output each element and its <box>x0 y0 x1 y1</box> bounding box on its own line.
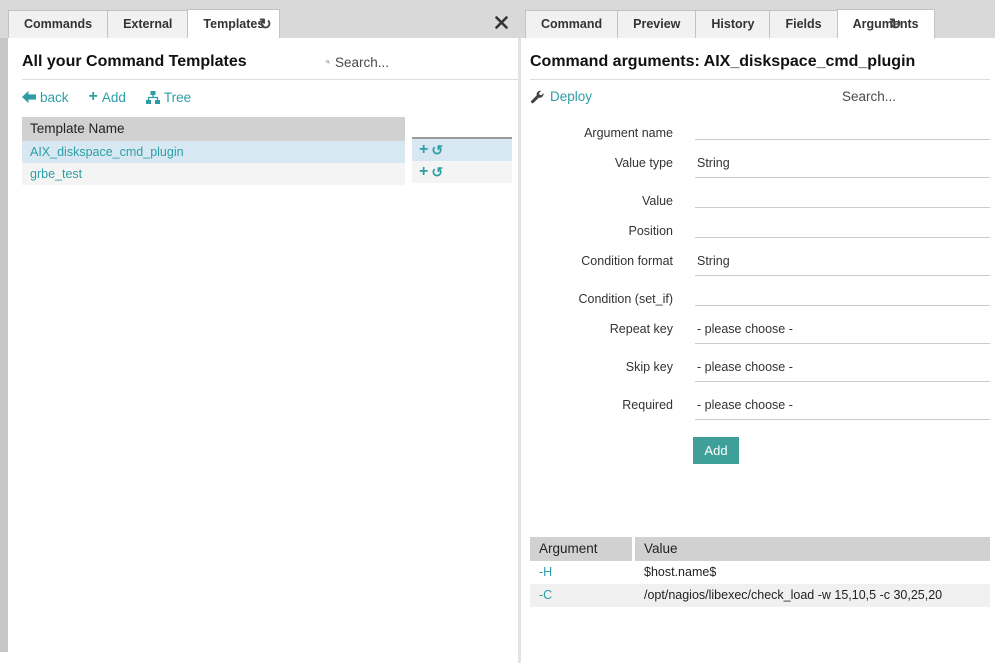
required-select[interactable]: - please choose - <box>695 392 990 420</box>
templates-name-column: Template Name AIX_diskspace_cmd_plugin g… <box>22 117 405 185</box>
condition-setif-label: Condition (set_if) <box>530 286 673 306</box>
refresh-icon[interactable]: ↻ <box>259 17 272 32</box>
tree-label: Tree <box>164 90 191 105</box>
skip-key-label: Skip key <box>530 354 673 382</box>
argument-row: -C /opt/nagios/libexec/check_load -w 15,… <box>530 584 990 607</box>
argument-name-link[interactable]: -C <box>530 584 635 607</box>
close-icon[interactable] <box>495 16 508 29</box>
plus-icon: + <box>89 89 98 105</box>
arguments-panel-header: Command arguments: AIX_diskspace_cmd_plu… <box>530 38 990 80</box>
form-row: Required - please choose - <box>530 392 990 420</box>
argument-value: /opt/nagios/libexec/check_load -w 15,10,… <box>635 584 990 607</box>
search-icon <box>326 56 330 68</box>
search-input[interactable] <box>842 89 995 104</box>
undo-icon[interactable]: ↺ <box>431 143 443 157</box>
deploy-button[interactable]: Deploy <box>530 89 592 104</box>
repeat-key-label: Repeat key <box>530 316 673 344</box>
templates-panel-header: All your Command Templates <box>22 38 518 80</box>
tab-arguments[interactable]: Arguments <box>837 9 935 38</box>
template-row-actions: + ↺ <box>412 139 512 161</box>
tab-command[interactable]: Command <box>525 10 618 38</box>
argument-row: -H $host.name$ <box>530 561 990 584</box>
form-row: Value type String <box>530 150 990 178</box>
tab-fields[interactable]: Fields <box>769 10 837 38</box>
panel-divider <box>518 38 521 663</box>
templates-panel: All your Command Templates back + Add <box>8 38 518 668</box>
back-arrow-icon <box>22 91 36 103</box>
right-panel-tabs: Command Preview History Fields Arguments <box>525 9 934 38</box>
template-row[interactable]: AIX_diskspace_cmd_plugin <box>22 141 405 163</box>
column-header-value: Value <box>635 537 990 561</box>
search-input[interactable] <box>335 55 512 70</box>
column-header-template-name: Template Name <box>22 117 405 141</box>
arguments-title: Command arguments: AIX_diskspace_cmd_plu… <box>530 53 915 71</box>
template-row[interactable]: grbe_test <box>22 163 405 185</box>
value-input[interactable] <box>695 188 990 208</box>
tab-history[interactable]: History <box>695 10 770 38</box>
value-label: Value <box>530 188 673 208</box>
wrench-icon <box>530 90 544 104</box>
position-label: Position <box>530 218 673 238</box>
required-label: Required <box>530 392 673 420</box>
top-tab-bar: Commands External Templates ↻ Command Pr… <box>0 0 995 38</box>
form-row: Repeat key - please choose - <box>530 316 990 344</box>
undo-icon[interactable]: ↺ <box>431 165 443 179</box>
page-title: All your Command Templates <box>22 53 247 71</box>
templates-actions-column: + ↺ + ↺ <box>412 117 512 185</box>
argument-name-input[interactable] <box>695 120 990 140</box>
arguments-table: Argument Value -H $host.name$ -C /opt/na… <box>530 537 990 607</box>
condition-format-label: Condition format <box>530 248 673 276</box>
form-row: Skip key - please choose - <box>530 354 990 382</box>
arguments-table-header: Argument Value <box>530 537 990 561</box>
form-row: Condition format String <box>530 248 990 276</box>
tree-icon <box>146 91 160 104</box>
refresh-icon[interactable]: ↻ <box>889 17 902 32</box>
argument-name-link[interactable]: -H <box>530 561 635 584</box>
template-row-actions: + ↺ <box>412 161 512 183</box>
position-input[interactable] <box>695 218 990 238</box>
add-template-button[interactable]: + Add <box>89 89 126 105</box>
column-header-argument: Argument <box>530 537 632 561</box>
form-row: Argument name <box>530 120 990 140</box>
left-panel-tabs: Commands External Templates <box>8 9 279 38</box>
add-label: Add <box>102 90 126 105</box>
templates-search <box>326 55 512 70</box>
templates-toolbar: back + Add Tree <box>22 80 518 115</box>
argument-value: $host.name$ <box>635 561 990 584</box>
tab-preview[interactable]: Preview <box>617 10 696 38</box>
arguments-toolbar: Deploy <box>530 80 990 110</box>
tab-commands[interactable]: Commands <box>8 10 108 38</box>
add-icon[interactable]: + <box>419 142 428 158</box>
arguments-search <box>837 89 990 104</box>
value-type-label: Value type <box>530 150 673 178</box>
actions-column-header <box>412 117 512 139</box>
panel-edge-strip <box>0 38 8 652</box>
back-button[interactable]: back <box>22 90 69 105</box>
back-label: back <box>40 90 69 105</box>
table-gap <box>405 117 412 185</box>
argument-form: Argument name Value type String Value Po… <box>530 120 990 464</box>
templates-table: Template Name AIX_diskspace_cmd_plugin g… <box>22 117 518 185</box>
form-row: Position <box>530 218 990 238</box>
add-argument-button[interactable]: Add <box>693 437 739 464</box>
value-type-select[interactable]: String <box>695 150 990 178</box>
deploy-label: Deploy <box>550 89 592 104</box>
add-icon[interactable]: + <box>419 164 428 180</box>
tab-external[interactable]: External <box>107 10 188 38</box>
repeat-key-select[interactable]: - please choose - <box>695 316 990 344</box>
arguments-panel: Command arguments: AIX_diskspace_cmd_plu… <box>525 38 990 668</box>
form-row: Condition (set_if) <box>530 286 990 306</box>
argument-name-label: Argument name <box>530 120 673 140</box>
condition-format-select[interactable]: String <box>695 248 990 276</box>
condition-setif-input[interactable] <box>695 286 990 306</box>
skip-key-select[interactable]: - please choose - <box>695 354 990 382</box>
form-row: Value <box>530 188 990 208</box>
tree-view-button[interactable]: Tree <box>146 90 191 105</box>
